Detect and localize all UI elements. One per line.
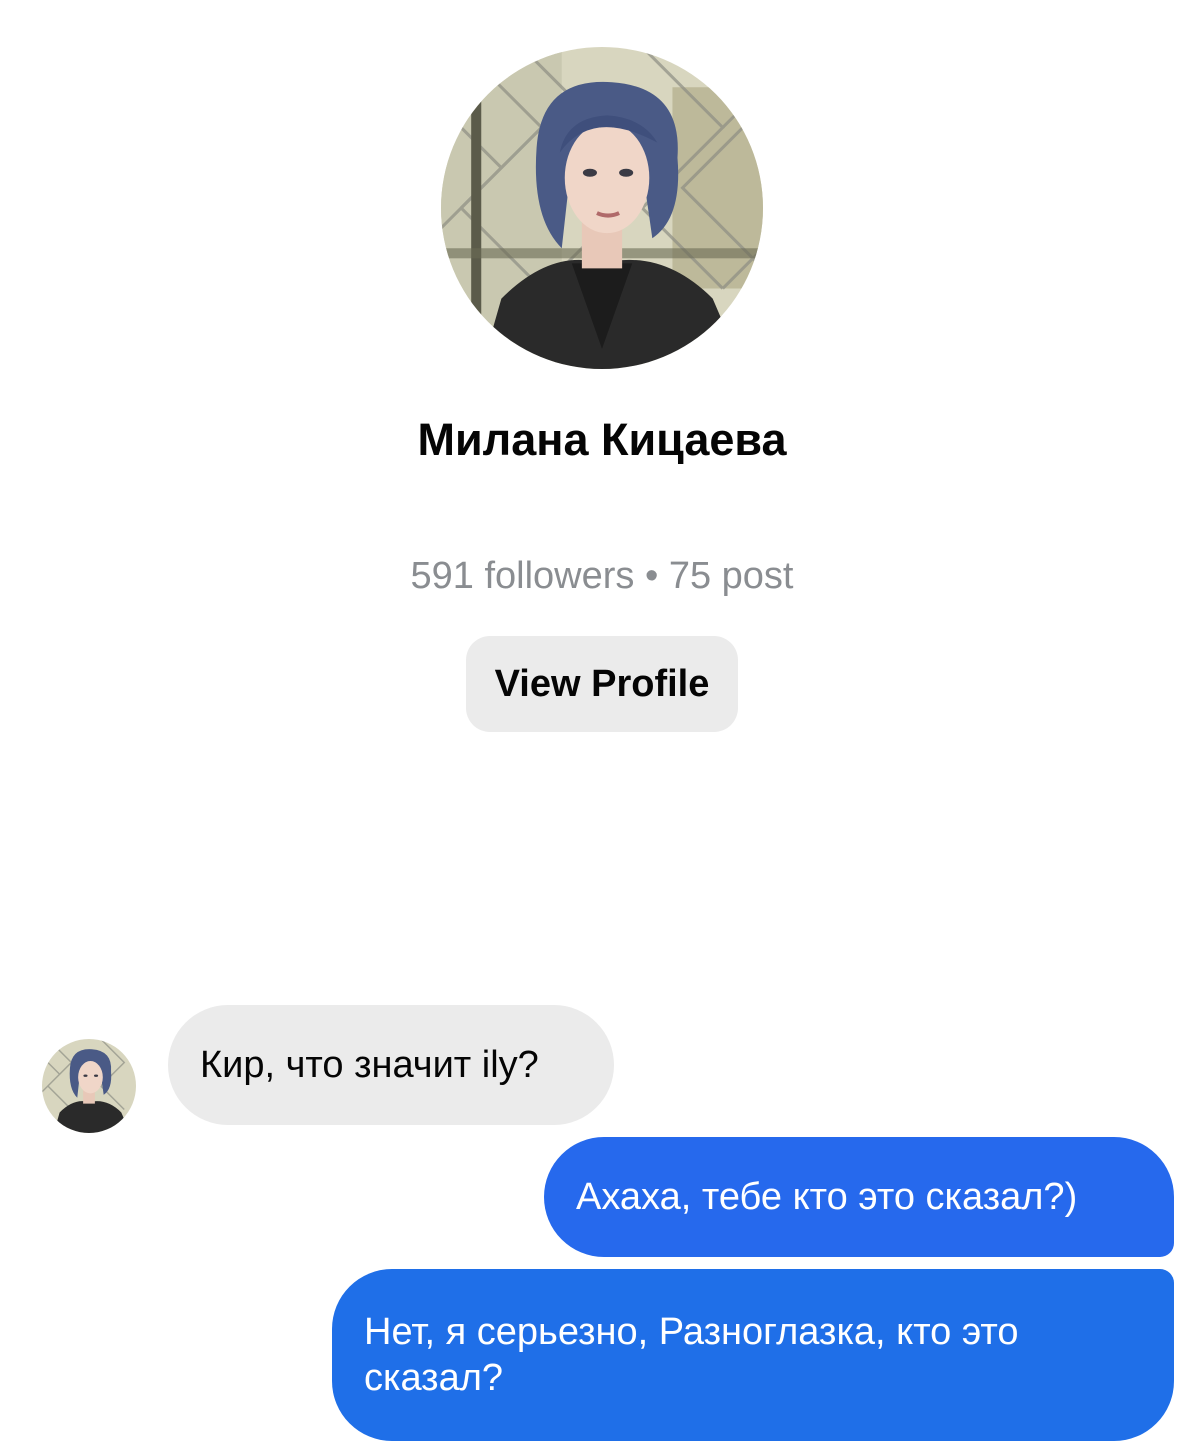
avatar-illustration-icon xyxy=(42,1039,136,1133)
profile-stats: 591 followers • 75 post xyxy=(410,555,794,597)
profile-avatar[interactable] xyxy=(441,47,763,369)
message-bubble-outgoing[interactable]: Ахаха, тебе кто это сказал?) xyxy=(544,1137,1174,1257)
view-profile-button[interactable]: View Profile xyxy=(466,636,738,732)
avatar-illustration-icon xyxy=(441,47,763,369)
profile-name: Милана Кицаева xyxy=(417,414,787,465)
sender-avatar[interactable] xyxy=(42,1039,136,1133)
message-bubble-incoming[interactable]: Кир, что значит ily? xyxy=(168,1005,614,1125)
message-bubble-outgoing[interactable]: Нет, я серьезно, Разноглазка, кто это ск… xyxy=(332,1269,1174,1441)
